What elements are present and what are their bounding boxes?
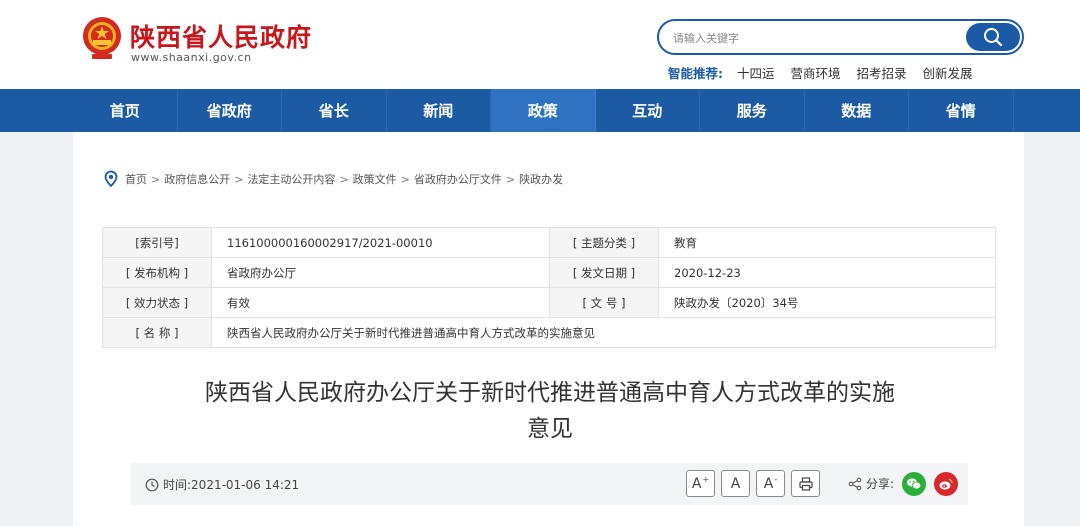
national-emblem-icon[interactable] xyxy=(78,14,126,62)
table-row: [ 效力状态 ] 有效 [ 文 号 ] 陕政办发〔2020〕34号 xyxy=(102,287,996,318)
date-value: 2020-12-23 xyxy=(658,257,996,288)
main-nav: 首页 省政府 省长 新闻 政策 互动 服务 数据 省情 xyxy=(0,89,1080,132)
nav-item-data[interactable]: 数据 xyxy=(805,89,909,132)
nav-item-interaction[interactable]: 互动 xyxy=(596,89,700,132)
site-url[interactable]: www.shaanxi.gov.cn xyxy=(131,51,252,64)
index-label: [索引号] xyxy=(102,227,212,258)
breadcrumb-home[interactable]: 首页 xyxy=(125,171,147,187)
nav-item-home[interactable]: 首页 xyxy=(73,89,178,132)
article-info-bar: 时间: 2021-01-06 14:21 A + A A- 分享: xyxy=(131,463,968,505)
site-title[interactable]: 陕西省人民政府 xyxy=(130,18,312,54)
wechat-icon xyxy=(907,478,922,490)
weibo-share-button[interactable] xyxy=(934,472,958,496)
table-row: [ 发布机构 ] 省政府办公厅 [ 发文日期 ] 2020-12-23 xyxy=(102,257,996,288)
topic-label: [ 主题分类 ] xyxy=(549,227,659,258)
recommend-item[interactable]: 创新发展 xyxy=(923,63,973,82)
search-box xyxy=(657,19,1024,55)
font-increase-sup: + xyxy=(702,475,710,484)
breadcrumb-office-docs[interactable]: 省政府办公厅文件 xyxy=(414,171,502,187)
article-title-line: 意见 xyxy=(527,416,573,442)
publish-time: 时间: 2021-01-06 14:21 xyxy=(145,476,299,493)
font-decrease-label: A xyxy=(763,475,774,492)
recommend-item[interactable]: 招考招录 xyxy=(857,63,907,82)
breadcrumb-current[interactable]: 陕政办发 xyxy=(519,171,563,187)
printer-icon xyxy=(798,476,813,491)
search-input[interactable] xyxy=(673,29,953,47)
topic-value: 教育 xyxy=(658,227,996,258)
docno-label: [ 文 号 ] xyxy=(549,287,659,318)
location-pin-icon xyxy=(104,170,118,188)
nav-item-news[interactable]: 新闻 xyxy=(387,89,491,132)
time-value: 2021-01-06 14:21 xyxy=(191,477,300,492)
breadcrumb-gov-info[interactable]: 政府信息公开 xyxy=(164,171,230,187)
search-button[interactable] xyxy=(966,23,1020,51)
nav-item-government[interactable]: 省政府 xyxy=(178,89,282,132)
smart-recommend: 智能推荐: 十四运 营商环境 招考招录 创新发展 xyxy=(668,63,989,81)
share-icon xyxy=(848,477,862,490)
name-value: 陕西省人民政府办公厅关于新时代推进普通高中育人方式改革的实施意见 xyxy=(211,317,996,348)
status-label: [ 效力状态 ] xyxy=(102,287,212,318)
recommend-label: 智能推荐: xyxy=(668,65,723,81)
font-decrease-button[interactable]: A- xyxy=(756,470,785,497)
recommend-item[interactable]: 营商环境 xyxy=(791,63,841,82)
table-row: [索引号] 116100000160002917/2021-00010 [ 主题… xyxy=(102,227,996,258)
nav-item-governor[interactable]: 省长 xyxy=(282,89,387,132)
breadcrumb-public-content[interactable]: 法定主动公开内容 xyxy=(247,171,335,187)
breadcrumb-separator: > xyxy=(505,172,516,186)
font-normal-button[interactable]: A xyxy=(721,470,750,497)
font-increase-label: A xyxy=(691,475,702,492)
time-label: 时间: xyxy=(163,478,192,492)
share-label: 分享: xyxy=(866,477,895,491)
font-normal-label: A xyxy=(730,475,741,492)
status-value: 有效 xyxy=(211,287,550,318)
issuer-value: 省政府办公厅 xyxy=(211,257,550,288)
article-title-line: 陕西省人民政府办公厅关于新时代推进普通高中育人方式改革的实施 xyxy=(205,380,895,406)
table-row: [ 名 称 ] 陕西省人民政府办公厅关于新时代推进普通高中育人方式改革的实施意见 xyxy=(102,317,996,348)
breadcrumb-separator: > xyxy=(400,172,410,186)
site-header: 陕西省人民政府 www.shaanxi.gov.cn 智能推荐: 十四运 营商环… xyxy=(0,0,1080,89)
docno-value: 陕政办发〔2020〕34号 xyxy=(658,287,996,318)
search-icon xyxy=(984,28,1003,47)
breadcrumb-separator: > xyxy=(151,172,161,186)
article-title: 陕西省人民政府办公厅关于新时代推进普通高中育人方式改革的实施 意见 xyxy=(150,375,950,447)
font-decrease-sup: - xyxy=(774,475,778,484)
print-button[interactable] xyxy=(791,470,820,497)
weibo-icon xyxy=(939,478,953,490)
wechat-share-button[interactable] xyxy=(902,472,926,496)
breadcrumb-policy-docs[interactable]: 政策文件 xyxy=(353,171,397,187)
recommend-item[interactable]: 十四运 xyxy=(737,63,775,82)
date-label: [ 发文日期 ] xyxy=(549,257,659,288)
nav-item-policy[interactable]: 政策 xyxy=(491,89,596,132)
breadcrumb-separator: > xyxy=(234,172,244,186)
document-meta-table: [索引号] 116100000160002917/2021-00010 [ 主题… xyxy=(102,227,996,348)
issuer-label: [ 发布机构 ] xyxy=(102,257,212,288)
name-label: [ 名 称 ] xyxy=(102,317,212,348)
breadcrumb: 首页 > 政府信息公开 > 法定主动公开内容 > 政策文件 > 省政府办公厅文件… xyxy=(103,170,563,188)
font-increase-button[interactable]: A + xyxy=(686,470,715,497)
share-area: 分享: xyxy=(848,475,894,492)
clock-icon xyxy=(145,478,159,491)
nav-item-services[interactable]: 服务 xyxy=(700,89,805,132)
breadcrumb-separator: > xyxy=(339,172,349,186)
index-value: 116100000160002917/2021-00010 xyxy=(211,227,550,258)
nav-item-province-info[interactable]: 省情 xyxy=(909,89,1014,132)
